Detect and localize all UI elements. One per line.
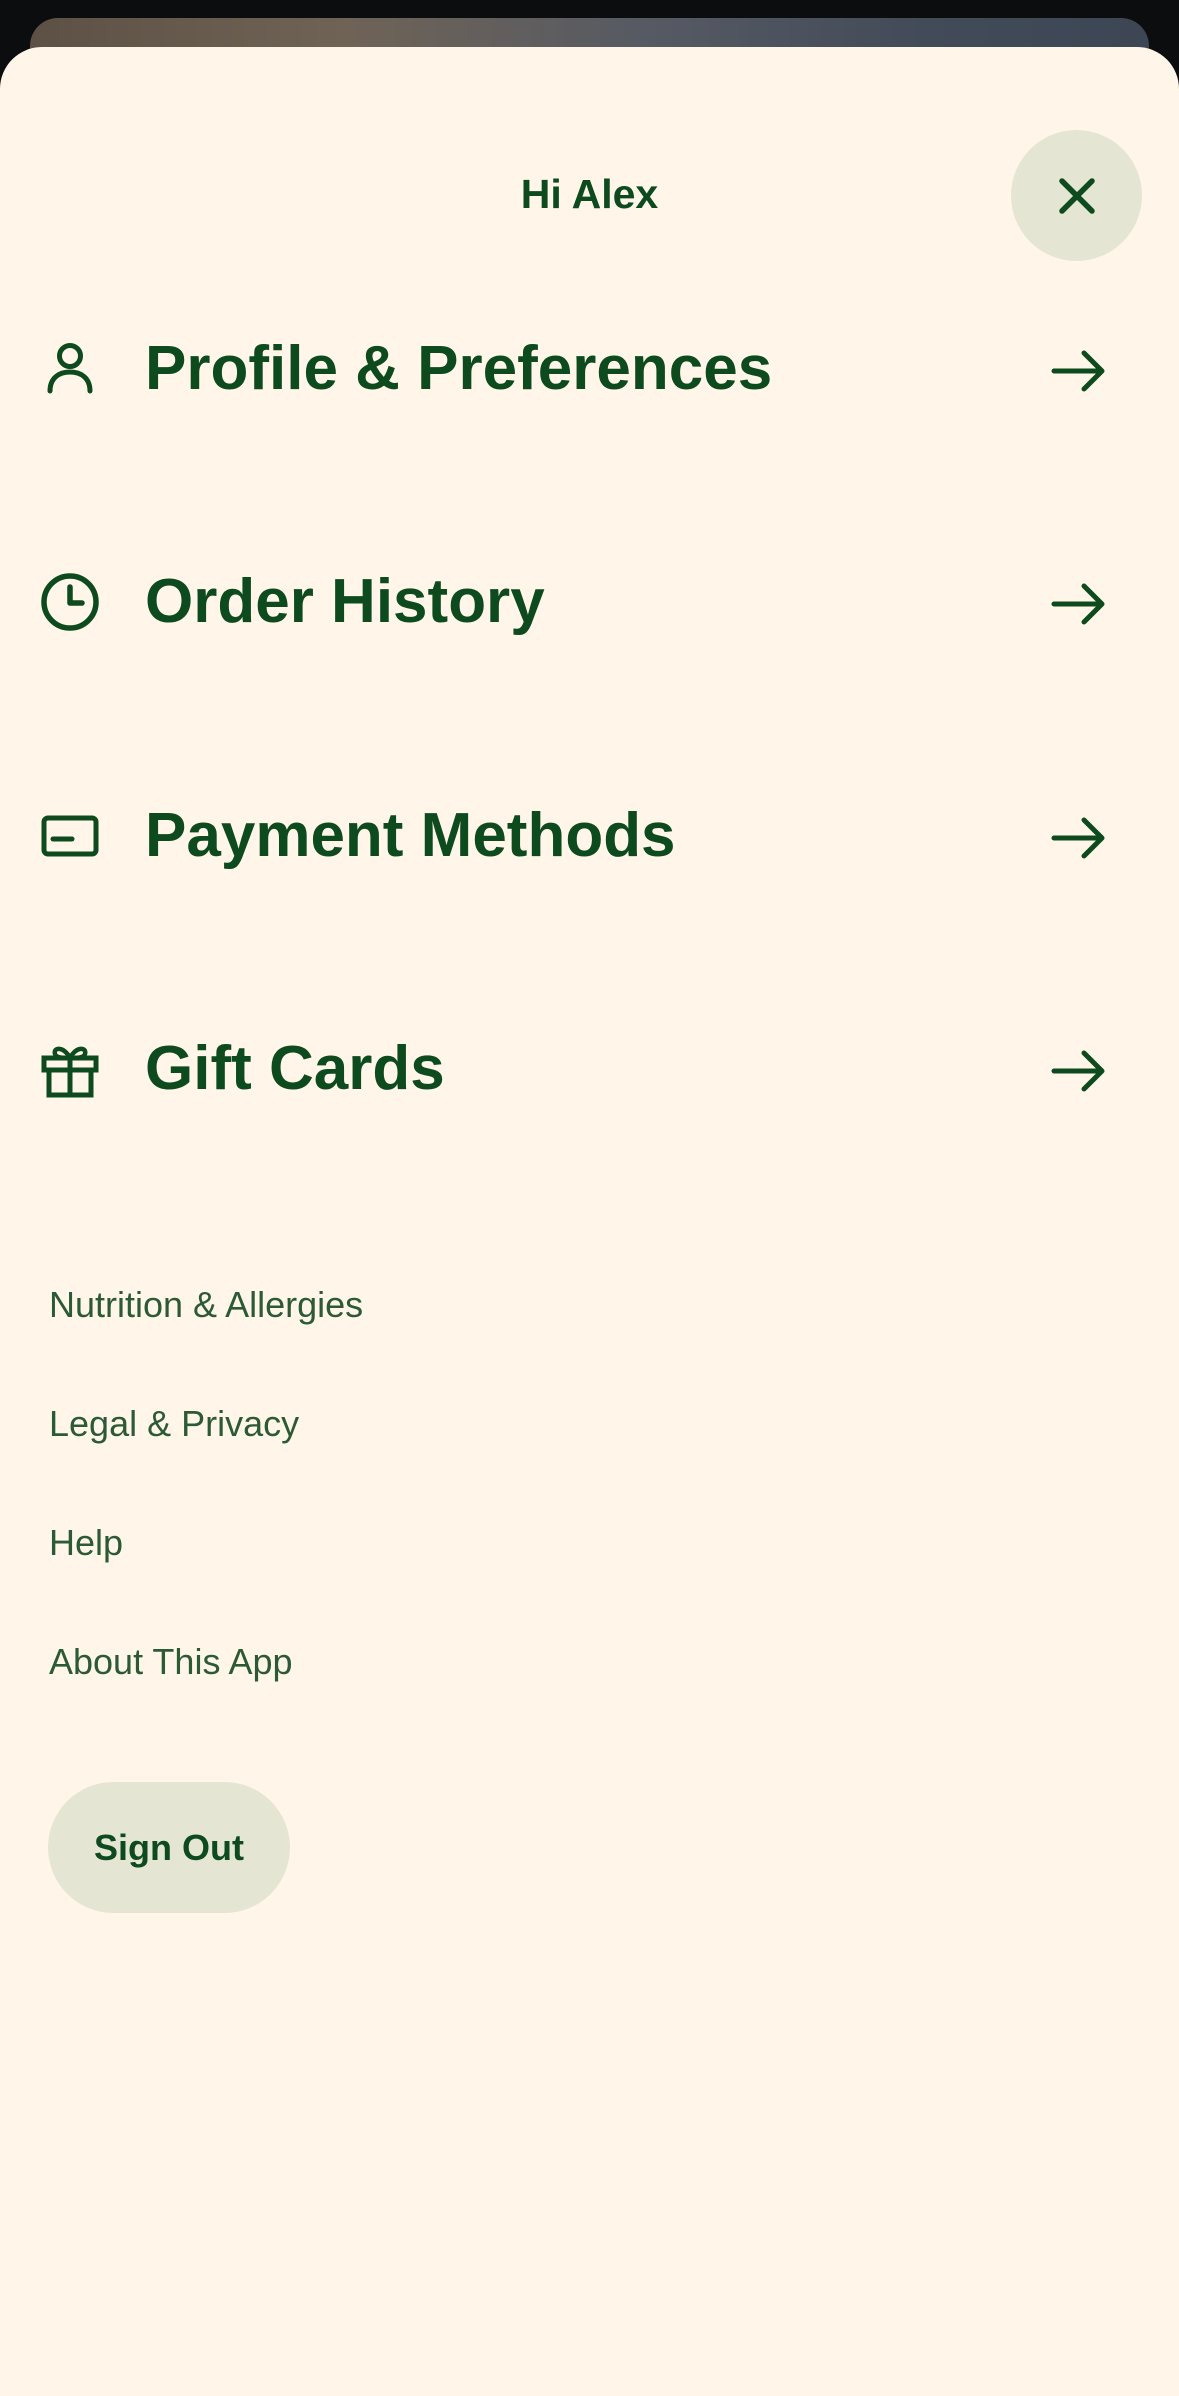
menu-item-label: Profile & Preferences: [145, 334, 773, 403]
clock-icon: [38, 570, 102, 634]
greeting-title: Hi Alex: [520, 171, 659, 217]
menu-item-gift-cards[interactable]: Gift Cards: [0, 992, 1179, 1142]
arrow-right-icon: [1050, 809, 1108, 867]
menu-item-payment-methods[interactable]: Payment Methods: [0, 759, 1179, 909]
menu-item-profile-preferences[interactable]: Profile & Preferences: [0, 292, 1179, 442]
menu-item-order-history[interactable]: Order History: [0, 525, 1179, 675]
menu-item-label: Payment Methods: [145, 801, 676, 870]
arrow-right-icon: [1050, 342, 1108, 400]
arrow-right-icon: [1050, 1042, 1108, 1100]
close-icon: [1058, 177, 1096, 215]
person-icon: [38, 337, 102, 401]
account-menu-sheet: Hi Alex Profile & Preferences Order Hist…: [0, 47, 1179, 2396]
close-button[interactable]: [1011, 130, 1142, 261]
menu-item-label: Order History: [145, 567, 545, 636]
link-help[interactable]: Help: [49, 1518, 123, 1568]
link-about-this-app[interactable]: About This App: [49, 1637, 293, 1687]
menu-item-label: Gift Cards: [145, 1034, 445, 1103]
credit-card-icon: [38, 804, 102, 868]
sign-out-button[interactable]: Sign Out: [48, 1782, 290, 1913]
arrow-right-icon: [1050, 575, 1108, 633]
sign-out-label: Sign Out: [94, 1826, 244, 1868]
link-legal-privacy[interactable]: Legal & Privacy: [49, 1399, 299, 1449]
gift-icon: [38, 1037, 102, 1101]
link-nutrition-allergies[interactable]: Nutrition & Allergies: [49, 1280, 363, 1330]
